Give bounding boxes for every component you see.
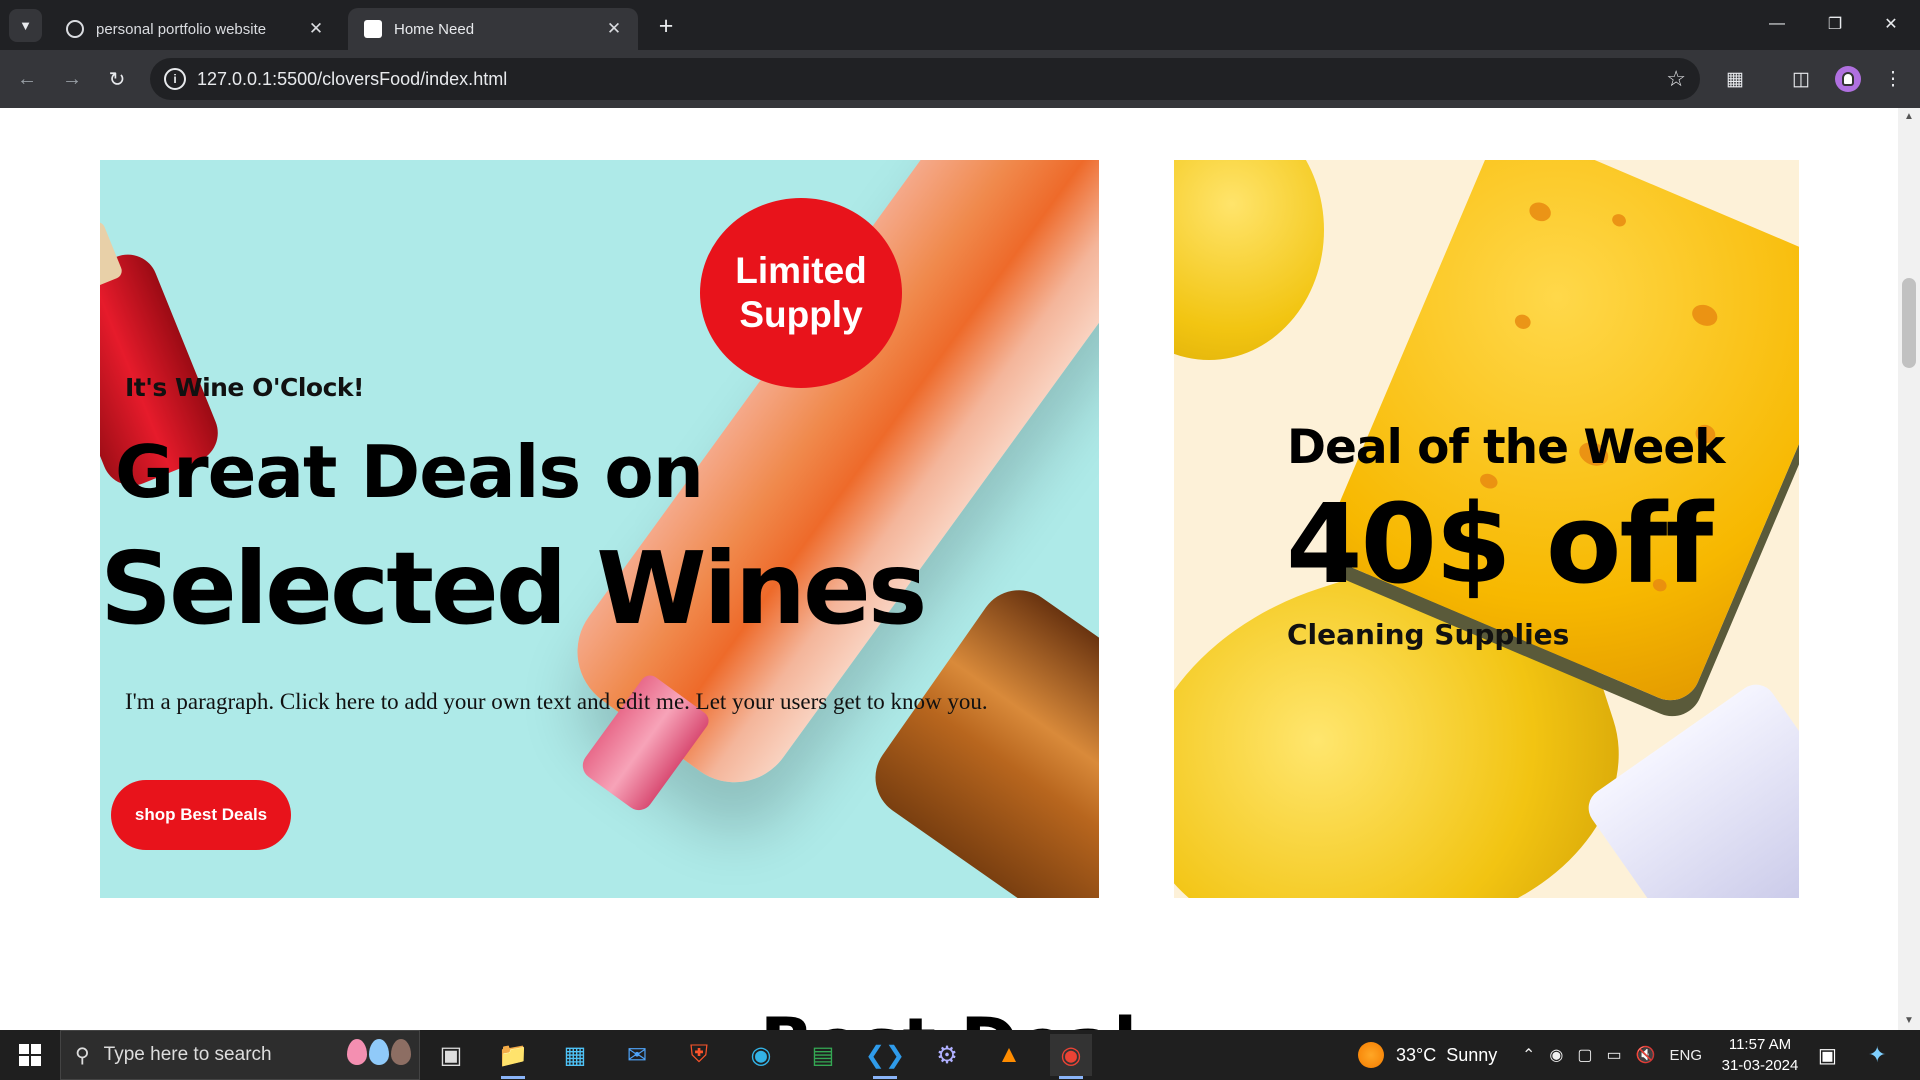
windows-taskbar: ⚲ Type here to search ▣ 📁 ▦ ✉ ⛨ ◉ ▤ ❮❯ ⚙… <box>0 1030 1920 1080</box>
promo-paragraph: I'm a paragraph. Click here to add your … <box>125 689 988 714</box>
deal-of-week-banner: Deal of the Week 40$ off Cleaning Suppli… <box>1174 160 1799 898</box>
device-icon[interactable]: ▢ <box>1577 1045 1592 1065</box>
scrub-brush-image <box>1580 676 1799 898</box>
tab-title: personal portfolio website <box>96 20 267 38</box>
speaker-muted-icon[interactable]: 🔇 <box>1636 1045 1656 1065</box>
wine-promo-banner: Limited Supply It's Wine O'Clock! Great … <box>100 160 1099 898</box>
promo-headline-line1: Great Deals on <box>115 430 704 514</box>
notification-icon[interactable]: ▣ <box>1818 1030 1837 1080</box>
weather-widget[interactable]: 33°C Sunny <box>1358 1030 1497 1080</box>
scroll-up-icon[interactable]: ▲ <box>1898 108 1920 126</box>
file-explorer-icon[interactable]: 📁 <box>492 1034 534 1079</box>
site-favicon-icon <box>364 20 382 38</box>
copilot-icon[interactable]: ✦ <box>1868 1030 1886 1080</box>
new-tab-button[interactable]: + <box>652 12 680 40</box>
network-globe-icon[interactable]: ◉ <box>1549 1045 1563 1065</box>
site-info-icon[interactable]: i <box>164 68 186 90</box>
vlc-icon[interactable]: ▲ <box>988 1034 1030 1076</box>
restore-button[interactable]: ❐ <box>1806 0 1864 48</box>
shop-best-deals-button[interactable]: shop Best Deals <box>111 780 291 850</box>
back-button[interactable]: ← <box>10 62 44 96</box>
close-icon[interactable]: ✕ <box>306 19 326 39</box>
address-bar[interactable]: i 127.0.0.1:5500/cloversFood/index.html … <box>150 58 1700 100</box>
weather-text: 33°C Sunny <box>1396 1044 1498 1065</box>
tab-personal-portfolio[interactable]: personal portfolio website ✕ <box>50 8 340 50</box>
taskbar-search[interactable]: ⚲ Type here to search <box>60 1030 420 1080</box>
chat-app-icon[interactable]: ▤ <box>802 1034 844 1076</box>
search-icon: ⚲ <box>75 1044 90 1067</box>
minimize-button[interactable]: — <box>1748 0 1806 48</box>
clock-date: 31-03-2024 <box>1721 1057 1799 1074</box>
tab-home-need[interactable]: Home Need ✕ <box>348 8 638 50</box>
extensions-icon[interactable]: ▦ <box>1720 64 1750 94</box>
yellow-glove-image <box>1174 160 1324 360</box>
browser-tab-strip: ▼ personal portfolio website ✕ Home Need… <box>0 0 1920 50</box>
deal-title: Deal of the Week <box>1287 420 1726 475</box>
profile-avatar[interactable] <box>1835 66 1861 92</box>
brave-browser-icon[interactable]: ⛨ <box>678 1034 720 1076</box>
microsoft-store-icon[interactable]: ▦ <box>554 1034 596 1076</box>
windows-logo-icon <box>19 1044 41 1066</box>
limited-supply-badge: Limited Supply <box>700 198 902 388</box>
clock-time: 11:57 AM <box>1728 1036 1792 1053</box>
easter-eggs-icon <box>347 1039 411 1065</box>
side-panel-icon[interactable]: ◫ <box>1786 64 1816 94</box>
promo-kicker: It's Wine O'Clock! <box>125 373 364 402</box>
tab-title: Home Need <box>394 20 475 38</box>
browser-toolbar: ← → ↻ i 127.0.0.1:5500/cloversFood/index… <box>0 50 1920 108</box>
language-indicator[interactable]: ENG <box>1670 1047 1703 1064</box>
deal-amount: 40$ off <box>1286 480 1713 608</box>
app-gear-icon[interactable]: ⚙ <box>926 1034 968 1076</box>
task-view-icon[interactable]: ▣ <box>430 1034 472 1076</box>
bookmark-star-icon[interactable]: ☆ <box>1666 66 1686 92</box>
vscode-icon[interactable]: ❮❯ <box>864 1034 906 1079</box>
chevron-up-icon[interactable]: ⌃ <box>1522 1045 1535 1065</box>
page-viewport: Limited Supply It's Wine O'Clock! Great … <box>0 108 1898 1030</box>
page-scrollbar[interactable]: ▲ ▼ <box>1898 108 1920 1030</box>
reload-button[interactable]: ↻ <box>100 62 134 96</box>
chevron-down-icon: ▼ <box>19 18 32 33</box>
globe-icon <box>66 20 84 38</box>
search-placeholder: Type here to search <box>103 1044 272 1065</box>
menu-kebab-icon[interactable]: ⋮ <box>1878 64 1908 94</box>
sun-icon <box>1358 1042 1384 1068</box>
url-text[interactable]: 127.0.0.1:5500/cloversFood/index.html <box>197 69 507 90</box>
forward-button[interactable]: → <box>55 62 89 96</box>
scroll-down-icon[interactable]: ▼ <box>1898 1012 1920 1030</box>
edge-browser-icon[interactable]: ◉ <box>740 1034 782 1076</box>
start-button[interactable] <box>0 1030 60 1080</box>
mail-icon[interactable]: ✉ <box>616 1034 658 1076</box>
system-tray: ⌃ ◉ ▢ ▭ 🔇 ENG <box>1522 1030 1702 1080</box>
close-icon[interactable]: ✕ <box>604 19 624 39</box>
chrome-icon[interactable]: ◉ <box>1050 1034 1092 1079</box>
scrollbar-thumb[interactable] <box>1902 278 1916 368</box>
best-deals-heading: Best Deal <box>760 1003 1137 1030</box>
badge-text: Limited Supply <box>735 250 867 335</box>
deal-subtitle: Cleaning Supplies <box>1287 618 1570 651</box>
promo-headline-line2: Selected Wines <box>100 530 927 647</box>
tab-search-button[interactable]: ▼ <box>9 9 42 42</box>
window-close-button[interactable]: ✕ <box>1862 0 1920 48</box>
battery-icon[interactable]: ▭ <box>1607 1045 1622 1065</box>
clock[interactable]: 11:57 AM 31-03-2024 <box>1710 1034 1810 1076</box>
